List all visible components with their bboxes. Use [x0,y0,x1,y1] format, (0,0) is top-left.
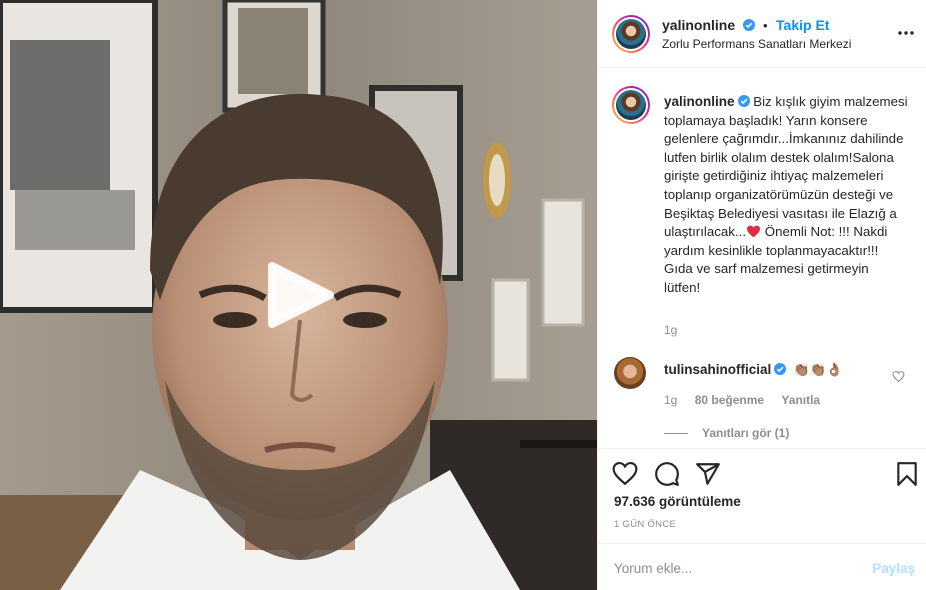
caption-text-part1: Biz kışlık giyim malzemesi toplamaya baş… [664,94,908,240]
comment-row: tulinsahinofficial 👏🏽👏🏽👌🏽 [664,362,843,378]
heart-icon[interactable] [612,461,638,487]
commenter-username[interactable]: tulinsahinofficial [664,362,771,377]
verified-badge-icon [774,363,787,375]
verified-badge-icon [737,95,750,107]
post-details-panel: yalinonline • Takip Et Zorlu Performans … [597,0,926,590]
comment-like-heart-icon[interactable] [892,370,905,383]
header-separator: • [763,18,768,33]
post-header: yalinonline • Takip Et Zorlu Performans … [598,0,926,68]
comment-icon[interactable] [654,461,680,487]
caption-username[interactable]: yalinonline [664,94,735,109]
view-replies-button[interactable]: Yanıtları gör (1) [664,426,789,440]
view-count[interactable]: 97.636 görüntüleme [614,494,741,509]
comment-input[interactable] [614,558,854,578]
add-comment-form: Paylaş [598,543,926,590]
post-location[interactable]: Zorlu Performans Sanatları Merkezi [662,37,851,51]
view-replies-label: Yanıtları gör (1) [702,426,790,440]
header-title-row: yalinonline • Takip Et [662,17,829,35]
commenter-avatar[interactable] [614,357,646,389]
share-icon[interactable] [695,461,721,487]
caption-author-avatar[interactable] [612,86,650,124]
caption-time: 1g [664,323,678,337]
post-date[interactable]: 1 GÜN ÖNCE [614,519,676,530]
author-avatar[interactable] [612,15,650,53]
play-icon [268,262,334,328]
post-caption: yalinonline Biz kışlık giyim malzemesi t… [664,93,908,298]
comment-time: 1g [664,393,678,407]
more-options-icon[interactable] [897,24,915,42]
bookmark-icon[interactable] [894,461,920,487]
comment-meta: 1g 80 beğenme Yanıtla [664,393,834,407]
view-replies-line [664,433,688,435]
play-button[interactable] [264,262,336,328]
comment-likes[interactable]: 80 beğenme [695,393,764,407]
comments-section[interactable]: yalinonline Biz kışlık giyim malzemesi t… [598,69,926,447]
post-video[interactable] [0,0,597,590]
author-username[interactable]: yalinonline [662,17,735,33]
verified-badge-icon [742,19,755,31]
comment-text: 👏🏽👏🏽👌🏽 [792,362,843,377]
action-bar: 97.636 görüntüleme 1 GÜN ÖNCE [598,448,926,543]
follow-button[interactable]: Takip Et [776,17,829,33]
reply-button[interactable]: Yanıtla [781,393,820,407]
post-comment-button[interactable]: Paylaş [872,561,915,576]
red-heart-emoji-icon [747,225,761,238]
